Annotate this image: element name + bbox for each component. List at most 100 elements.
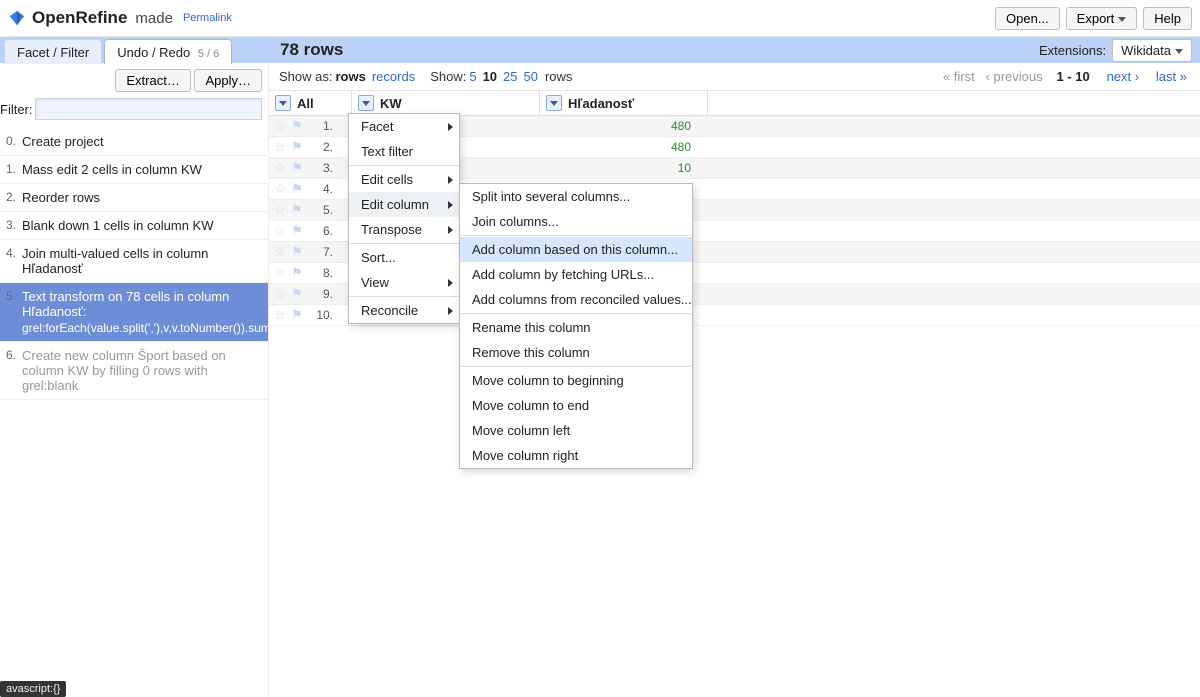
- all-header: All: [297, 96, 314, 111]
- help-button[interactable]: Help: [1143, 7, 1192, 30]
- flag-icon[interactable]: ⚑: [290, 308, 304, 322]
- brand-name: OpenRefine: [32, 8, 127, 28]
- row-number: 5.: [309, 203, 333, 217]
- star-icon[interactable]: ☆: [273, 224, 287, 238]
- submenu-move-right[interactable]: Move column right: [460, 443, 692, 468]
- row-number: 4.: [309, 182, 333, 196]
- extension-wikidata[interactable]: Wikidata: [1112, 39, 1192, 62]
- history-item-text: Text transform on 78 cells in column Hľa…: [22, 289, 279, 335]
- row-count: 78 rows: [280, 40, 343, 60]
- show-as-records[interactable]: records: [372, 69, 415, 84]
- open-button[interactable]: Open...: [995, 7, 1060, 30]
- star-icon[interactable]: ☆: [273, 161, 287, 175]
- page-first[interactable]: « first: [943, 69, 975, 84]
- show-as-label: Show as:: [279, 69, 332, 84]
- submenu-add-column-fetch[interactable]: Add column by fetching URLs...: [460, 262, 692, 287]
- flag-icon[interactable]: ⚑: [290, 182, 304, 196]
- kw-column-menu[interactable]: [358, 95, 374, 111]
- logo-icon: [8, 9, 26, 27]
- flag-icon[interactable]: ⚑: [290, 224, 304, 238]
- show-50[interactable]: 50: [524, 69, 538, 84]
- page-previous[interactable]: ‹ previous: [986, 69, 1043, 84]
- menu-edit-column[interactable]: Edit column: [349, 192, 459, 217]
- flag-icon[interactable]: ⚑: [290, 140, 304, 154]
- show-rows-suffix: rows: [545, 69, 572, 84]
- history-item-text: Join multi-valued cells in column Hľadan…: [22, 246, 262, 276]
- star-icon[interactable]: ☆: [273, 203, 287, 217]
- chevron-right-icon: [448, 123, 453, 131]
- flag-icon[interactable]: ⚑: [290, 266, 304, 280]
- menu-text-filter[interactable]: Text filter: [349, 139, 459, 164]
- star-icon[interactable]: ☆: [273, 182, 287, 196]
- submenu-split-columns[interactable]: Split into several columns...: [460, 184, 692, 209]
- history-item[interactable]: 2.Reorder rows: [0, 184, 268, 212]
- row-number: 6.: [309, 224, 333, 238]
- row-number: 10.: [309, 308, 333, 322]
- menu-view[interactable]: View: [349, 270, 459, 295]
- star-icon[interactable]: ☆: [273, 287, 287, 301]
- submenu-move-left[interactable]: Move column left: [460, 418, 692, 443]
- flag-icon[interactable]: ⚑: [290, 245, 304, 259]
- flag-icon[interactable]: ⚑: [290, 203, 304, 217]
- flag-icon[interactable]: ⚑: [290, 287, 304, 301]
- star-icon[interactable]: ☆: [273, 266, 287, 280]
- chevron-right-icon: [448, 307, 453, 315]
- apply-button[interactable]: Apply…: [194, 69, 262, 92]
- submenu-move-end[interactable]: Move column to end: [460, 393, 692, 418]
- history-item[interactable]: 6.Create new column Šport based on colum…: [0, 342, 268, 400]
- menu-edit-cells[interactable]: Edit cells: [349, 167, 459, 192]
- history-item-text: Mass edit 2 cells in column KW: [22, 162, 262, 177]
- filter-input[interactable]: [35, 98, 263, 120]
- menu-facet[interactable]: Facet: [349, 114, 459, 139]
- submenu-join-columns[interactable]: Join columns...: [460, 209, 692, 234]
- tab-facet-filter[interactable]: Facet / Filter: [4, 39, 102, 64]
- show-10[interactable]: 10: [483, 69, 497, 84]
- history-item[interactable]: 3.Blank down 1 cells in column KW: [0, 212, 268, 240]
- permalink-link[interactable]: Permalink: [183, 12, 232, 24]
- tab-undo-label: Undo / Redo: [117, 45, 190, 60]
- star-icon[interactable]: ☆: [273, 308, 287, 322]
- show-as-rows[interactable]: rows: [335, 69, 365, 84]
- submenu-rename-column[interactable]: Rename this column: [460, 315, 692, 340]
- menu-sort[interactable]: Sort...: [349, 245, 459, 270]
- cell-hladanost[interactable]: 10: [530, 161, 697, 175]
- history-item-number: 5.: [6, 289, 22, 335]
- row-number: 8.: [309, 266, 333, 280]
- history-item-subtext: grel:forEach(value.split(','),v,v.toNumb…: [22, 321, 279, 335]
- edit-column-submenu[interactable]: Split into several columns... Join colum…: [459, 183, 693, 469]
- star-icon[interactable]: ☆: [273, 245, 287, 259]
- export-button[interactable]: Export: [1066, 7, 1138, 30]
- submenu-add-column-based[interactable]: Add column based on this column...: [460, 237, 692, 262]
- hladanost-header: Hľadanosť: [568, 96, 634, 111]
- tab-undo-redo[interactable]: Undo / Redo 5 / 6: [104, 39, 232, 64]
- history-item[interactable]: 0.Create project: [0, 128, 268, 156]
- hladanost-column-menu[interactable]: [546, 95, 562, 111]
- show-25[interactable]: 25: [503, 69, 517, 84]
- menu-reconcile[interactable]: Reconcile: [349, 298, 459, 323]
- submenu-remove-column[interactable]: Remove this column: [460, 340, 692, 365]
- star-icon[interactable]: ☆: [273, 140, 287, 154]
- chevron-right-icon: [448, 226, 453, 234]
- extract-button[interactable]: Extract…: [115, 69, 190, 92]
- flag-icon[interactable]: ⚑: [290, 161, 304, 175]
- submenu-move-beginning[interactable]: Move column to beginning: [460, 368, 692, 393]
- project-name: made: [135, 10, 173, 27]
- menu-transpose[interactable]: Transpose: [349, 217, 459, 242]
- star-icon[interactable]: ☆: [273, 119, 287, 133]
- history-item[interactable]: 1.Mass edit 2 cells in column KW: [0, 156, 268, 184]
- flag-icon[interactable]: ⚑: [290, 119, 304, 133]
- cell-hladanost[interactable]: 480: [530, 119, 697, 133]
- page-last[interactable]: last »: [1156, 69, 1187, 84]
- history-item[interactable]: 5.Text transform on 78 cells in column H…: [0, 283, 268, 342]
- column-menu[interactable]: Facet Text filter Edit cells Edit column…: [348, 113, 460, 324]
- show-5[interactable]: 5: [469, 69, 476, 84]
- row-number: 2.: [309, 140, 333, 154]
- cell-hladanost[interactable]: 480: [530, 140, 697, 154]
- page-next[interactable]: next ›: [1107, 69, 1140, 84]
- history-item-number: 0.: [6, 134, 22, 149]
- history-item[interactable]: 4.Join multi-valued cells in column Hľad…: [0, 240, 268, 283]
- history-item-number: 3.: [6, 218, 22, 233]
- page-range: 1 - 10: [1056, 69, 1089, 84]
- submenu-add-columns-recon[interactable]: Add columns from reconciled values...: [460, 287, 692, 312]
- all-column-menu[interactable]: [275, 95, 291, 111]
